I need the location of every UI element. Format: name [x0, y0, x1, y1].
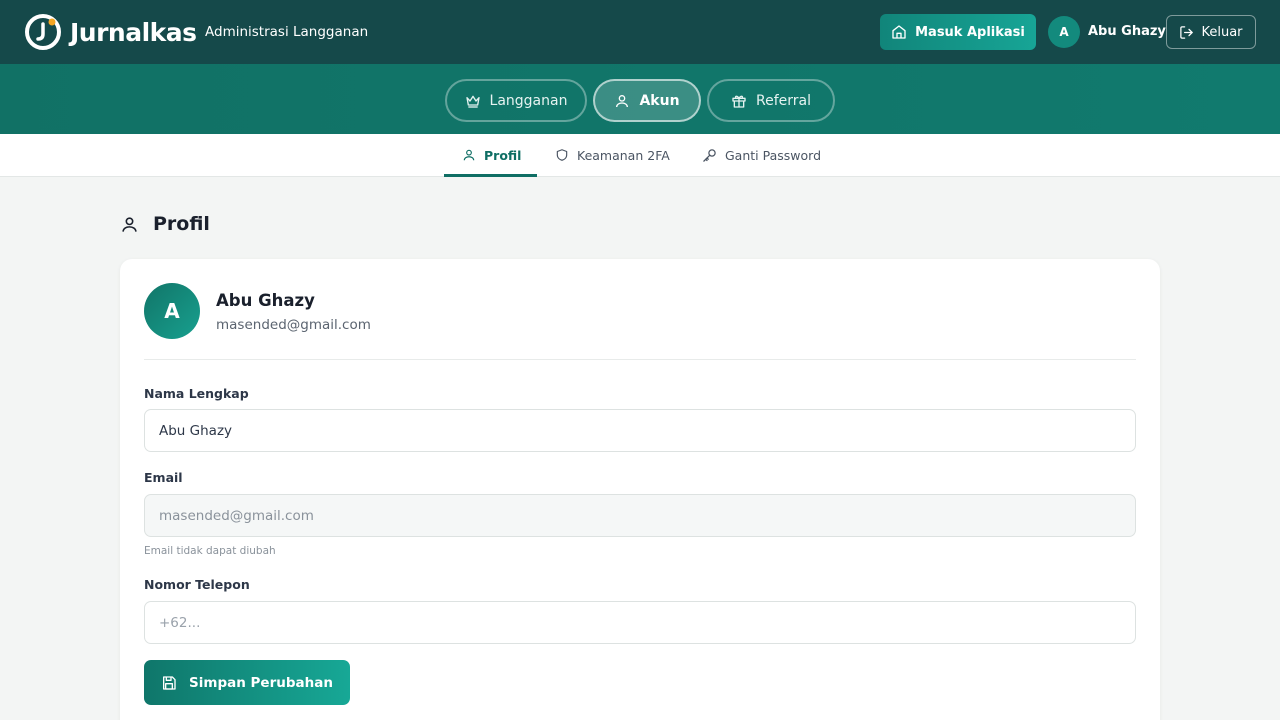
email-hint: Email tidak dapat diubah [144, 545, 276, 557]
profile-email: masended@gmail.com [216, 317, 371, 333]
tab-langganan[interactable]: Langganan [445, 79, 587, 122]
gift-icon [731, 93, 747, 109]
tab-akun[interactable]: Akun [593, 79, 701, 122]
key-icon [702, 148, 717, 163]
subtab-ganti-password[interactable]: Ganti Password [702, 134, 821, 176]
sub-tab-bar: Profil Keamanan 2FA Ganti Password [0, 134, 1280, 177]
save-icon [161, 675, 177, 691]
phone-input[interactable]: +62... [144, 601, 1136, 644]
main-tab-band: Langganan Akun Referral [0, 64, 1280, 134]
subtab-keamanan-2fa[interactable]: Keamanan 2FA [555, 134, 670, 176]
tab-langganan-label: Langganan [489, 92, 568, 109]
tab-referral-label: Referral [756, 92, 811, 109]
divider [144, 359, 1136, 360]
home-icon [891, 24, 907, 40]
full-name-input[interactable]: Abu Ghazy [144, 409, 1136, 452]
save-button[interactable]: Simpan Perubahan [144, 660, 350, 705]
user-icon [462, 148, 476, 162]
crown-icon [465, 93, 481, 109]
logout-icon [1179, 25, 1194, 40]
profile-card: A Abu Ghazy masended@gmail.com Nama Leng… [120, 259, 1160, 720]
subtab-profil[interactable]: Profil [462, 134, 521, 176]
tab-referral[interactable]: Referral [707, 79, 835, 122]
logout-button[interactable]: Keluar [1166, 15, 1256, 49]
user-avatar[interactable]: A [1048, 16, 1080, 48]
profile-avatar: A [144, 283, 200, 339]
logout-label: Keluar [1201, 24, 1243, 40]
full-name-label: Nama Lengkap [144, 386, 249, 401]
user-name: Abu Ghazy [1088, 24, 1166, 39]
user-icon [120, 215, 139, 234]
subtab-password-label: Ganti Password [725, 147, 822, 163]
active-subtab-indicator [444, 174, 537, 177]
profile-name: Abu Ghazy [216, 291, 315, 310]
user-icon [614, 93, 630, 109]
enter-app-label: Masuk Aplikasi [915, 24, 1025, 40]
save-label: Simpan Perubahan [189, 674, 333, 691]
phone-label: Nomor Telepon [144, 577, 250, 592]
shield-icon [555, 148, 569, 162]
section-header: Profil [120, 213, 210, 235]
enter-app-button[interactable]: Masuk Aplikasi [880, 14, 1036, 50]
email-field: masended@gmail.com [144, 494, 1136, 537]
header-subtitle: Administrasi Langganan [205, 24, 369, 40]
email-label: Email [144, 470, 183, 485]
brand-logo[interactable]: Jurnalkas [24, 13, 197, 51]
page-title: Profil [153, 213, 210, 235]
brand-name: Jurnalkas [70, 17, 197, 47]
logo-icon [24, 13, 62, 51]
subtab-profil-label: Profil [484, 147, 522, 163]
subtab-keamanan-label: Keamanan 2FA [577, 147, 670, 163]
top-bar: Jurnalkas Administrasi Langganan Masuk A… [0, 0, 1280, 64]
tab-akun-label: Akun [639, 92, 680, 109]
